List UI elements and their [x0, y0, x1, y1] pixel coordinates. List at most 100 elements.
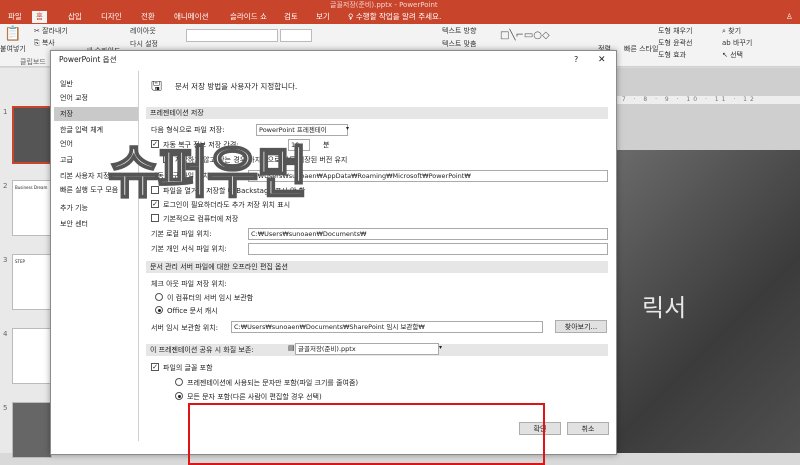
cut-label: 잘라내기 [42, 27, 68, 35]
select-icon: ↖ [722, 51, 731, 59]
find-label: 찾기 [728, 27, 742, 35]
tab-slideshow[interactable]: 슬라이드 쇼 [226, 11, 271, 23]
help-button[interactable]: ? [574, 51, 578, 69]
watermark-text: 슈퍼우먼 [107, 140, 309, 207]
share-icon[interactable]: ♙ [782, 11, 797, 23]
tab-view[interactable]: 보기 [312, 11, 334, 23]
office-cache-radio[interactable] [155, 306, 163, 314]
save-to-computer-label: 기본적으로 컴퓨터에 저장 [163, 215, 239, 223]
clipboard-group-label: 클립보드 [20, 58, 46, 66]
tab-review[interactable]: 검토 [280, 11, 302, 23]
tab-file[interactable]: 파일 [4, 11, 26, 23]
paste-icon[interactable]: 📋 [4, 26, 21, 42]
reset-button[interactable]: 다시 설정 [130, 39, 158, 49]
options-content: 🖫 문서 저장 방법을 사용자가 지정합니다. 프레젠테이션 저장 다음 형식으… [143, 71, 611, 421]
highlight-box [188, 403, 545, 465]
slide-number: 2 [3, 182, 8, 190]
ribbon-tab-bar: 파일 홈 삽입 디자인 전환 애니메이션 슬라이드 쇼 검토 보기 ♀ 수행할 … [0, 10, 800, 24]
layout-button[interactable]: 레이아웃 [130, 26, 156, 36]
section-offline-editing: 문서 관리 서버 파일에 대한 오프라인 편집 옵션 [146, 261, 608, 273]
window-title: 글꼴저장(준비).pptx - PowerPoint [330, 1, 438, 9]
nav-general[interactable]: 일반 [54, 77, 138, 91]
slide-number: 3 [3, 256, 8, 264]
current-slide[interactable]: 릭서 [612, 150, 800, 453]
tab-home[interactable]: 홈 [32, 11, 47, 23]
checkout-location-label: 체크 아웃 파일 저장 위치: [151, 280, 227, 288]
personal-templates-label: 기본 개인 서식 파일 위치: [151, 245, 227, 253]
quick-styles-button[interactable]: 빠른 스타일 [624, 44, 658, 54]
font-size-combo[interactable] [280, 29, 312, 42]
copy-label: 복사 [41, 39, 55, 47]
embed-all-label: 모든 문자 포함(다른 사람이 편집할 경우 선택) [187, 393, 322, 401]
cut-button[interactable]: ✂ 잘라내기 [34, 26, 68, 36]
close-button[interactable]: ✕ [598, 51, 606, 69]
slide-number: 5 [3, 404, 8, 412]
tell-me-text: 수행할 작업을 알려 주세요. [355, 12, 442, 21]
chevron-down-icon[interactable]: ▾ [439, 344, 442, 351]
select-button[interactable]: ↖ 선택 [722, 50, 743, 60]
tell-me-box[interactable]: ♀ 수행할 작업을 알려 주세요. [344, 11, 445, 23]
embed-fonts-label: 파일의 글꼴 포함 [163, 364, 213, 372]
personal-templates-path-input[interactable] [248, 243, 608, 255]
save-to-computer-checkbox[interactable] [151, 214, 159, 222]
nav-trust-center[interactable]: 보안 센터 [54, 217, 138, 231]
embed-subset-label: 프레젠테이션에 사용되는 문자만 포함(파일 크기를 줄여줌) [187, 379, 359, 387]
copy-icon: ⎘ [34, 39, 42, 47]
server-drafts-option-label: 이 컴퓨터의 서버 임시 보관함 [167, 294, 254, 302]
tab-animations[interactable]: 애니메이션 [170, 11, 213, 23]
slide-number: 4 [3, 330, 8, 338]
minutes-label: 분 [323, 141, 330, 149]
save-header: 문서 저장 방법을 사용자가 지정합니다. [175, 82, 298, 91]
server-drafts-path-input[interactable]: C:₩Users₩sunoaen₩Documents₩SharePoint 임시… [231, 321, 543, 333]
chevron-down-icon[interactable]: ▾ [346, 125, 349, 132]
font-name-combo[interactable] [186, 29, 278, 42]
cancel-button[interactable]: 취소 [567, 422, 609, 435]
browse-button[interactable]: 찾아보기... [555, 320, 607, 333]
slide-thumbnail-1[interactable] [12, 106, 54, 164]
server-drafts-radio[interactable] [155, 293, 163, 301]
copy-button[interactable]: ⎘ 복사 [34, 38, 55, 48]
embed-all-radio[interactable] [175, 392, 183, 400]
options-nav: 일반 언어 교정 저장 한글 입력 체계 언어 고급 리본 사용자 지정 빠른 … [54, 71, 139, 441]
replace-button[interactable]: ab 바꾸기 [722, 38, 752, 48]
tab-transitions[interactable]: 전환 [137, 11, 159, 23]
horizontal-ruler: · 7 · 8 · 9 · 10 · 11 · 12 [612, 96, 800, 104]
save-disk-icon: 🖫 [151, 79, 163, 94]
title-bar: 글꼴저장(준비).pptx - PowerPoint [0, 0, 800, 10]
text-direction-button[interactable]: 텍스트 방향 [442, 26, 476, 36]
replace-icon: ab [722, 39, 733, 47]
embed-subset-radio[interactable] [175, 378, 183, 386]
find-button[interactable]: ⌕ 찾기 [722, 26, 741, 36]
embed-fonts-checkbox[interactable]: ✓ [151, 363, 159, 371]
slide-number: 1 [3, 108, 8, 116]
thumb-title: Business Dream [15, 185, 48, 190]
default-local-label: 기본 로컬 파일 위치: [151, 230, 212, 238]
section-save-presentations: 프레젠테이션 저장 [146, 107, 608, 119]
nav-proofing[interactable]: 언어 교정 [54, 91, 138, 105]
slide-thumbnail-2[interactable]: Business Dream [12, 180, 52, 236]
paste-button[interactable]: 붙여넣기 [0, 44, 26, 54]
tab-design[interactable]: 디자인 [97, 11, 126, 23]
slide-thumbnail-5[interactable] [12, 402, 52, 458]
slide-thumbnail-pane: 1 2 Business Dream 3 STEP 4 5 [0, 68, 54, 458]
lightbulb-icon: ♀ [348, 12, 356, 21]
powerpoint-options-dialog: PowerPoint 옵션 ? ✕ 일반 언어 교정 저장 한글 입력 체계 언… [50, 50, 617, 465]
dialog-title: PowerPoint 옵션 [59, 55, 117, 64]
tab-insert[interactable]: 삽입 [64, 11, 86, 23]
slide-thumbnail-3[interactable]: STEP [12, 254, 52, 310]
fidelity-presentation-select[interactable]: 글꼴저장(준비).pptx [295, 343, 439, 355]
presentation-icon: ▤ [288, 344, 295, 352]
scissors-icon: ✂ [34, 27, 43, 35]
align-text-button[interactable]: 텍스트 맞춤 [442, 39, 476, 49]
shape-fill-button[interactable]: 도형 채우기 [658, 26, 692, 36]
slide-thumbnail-4[interactable] [12, 328, 52, 384]
shape-effects-button[interactable]: 도형 효과 [658, 50, 686, 60]
default-local-path-input[interactable]: C:₩Users₩sunoaen₩Documents₩ [248, 228, 608, 240]
thumb-title: STEP [15, 259, 25, 264]
shape-outline-button[interactable]: 도형 윤곽선 [658, 38, 692, 48]
dialog-title-bar: PowerPoint 옵션 ? ✕ [51, 51, 616, 69]
shapes-gallery[interactable]: □╲⌐▭○◇ [500, 30, 550, 41]
replace-label: 바꾸기 [732, 39, 753, 47]
select-label: 선택 [730, 51, 743, 59]
nav-save[interactable]: 저장 [54, 107, 138, 121]
